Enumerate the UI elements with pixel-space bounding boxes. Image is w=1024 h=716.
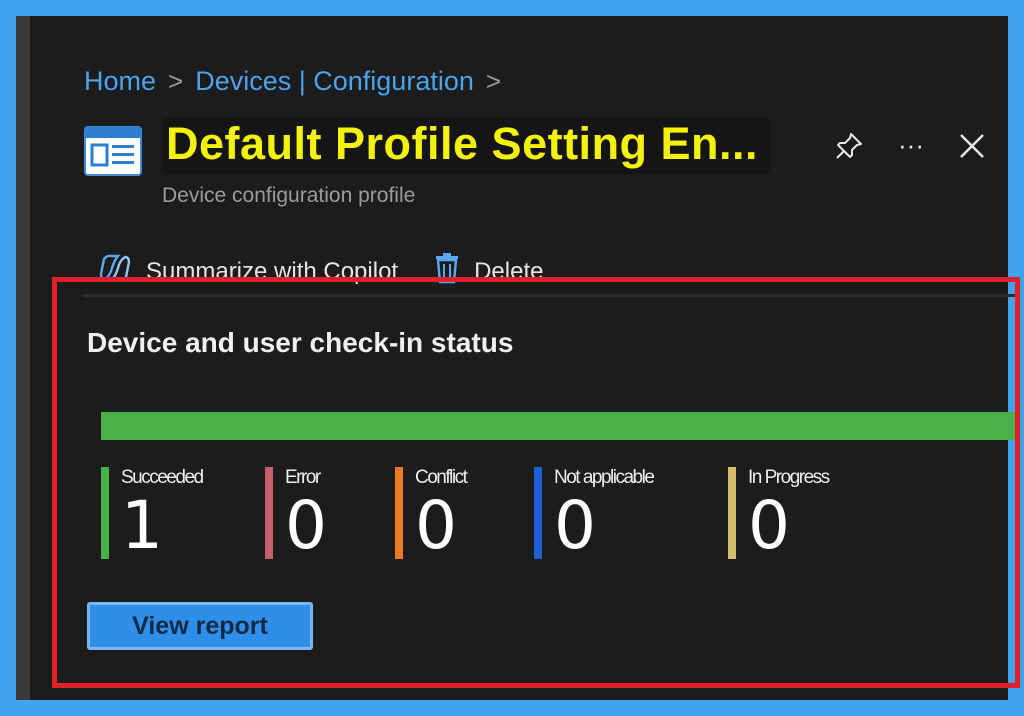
stat-value-succeeded: 1 [121, 487, 163, 564]
breadcrumb-devices-configuration-link[interactable]: Devices | Configuration [195, 66, 474, 97]
stat-label-succeeded: Succeeded [121, 467, 204, 488]
stat-value-not-applicable: 0 [554, 487, 596, 564]
stat-label-conflict: Conflict [415, 467, 468, 488]
stat-label-not-applicable: Not applicable [554, 467, 655, 488]
stat-not-applicable: Not applicable 0 [534, 467, 655, 564]
profile-window-icon [84, 126, 142, 176]
stat-succeeded: Succeeded 1 [101, 467, 204, 564]
breadcrumb-home-link[interactable]: Home [84, 66, 156, 97]
breadcrumb-separator: > [168, 66, 184, 96]
stat-conflict: Conflict 0 [395, 467, 468, 564]
more-icon[interactable]: ··· [898, 130, 924, 161]
check-in-status-card: Device and user check-in status Succeede… [52, 277, 1020, 688]
view-report-button[interactable]: View report [87, 602, 313, 650]
page-title: Default Profile Setting En... [162, 118, 771, 174]
card-divider [83, 294, 1015, 297]
stat-value-in-progress: 0 [748, 487, 790, 564]
stat-value-conflict: 0 [415, 487, 457, 564]
stat-value-error: 0 [285, 487, 327, 564]
breadcrumb: Home > Devices | Configuration > [84, 66, 501, 97]
page-subtitle: Device configuration profile [162, 184, 416, 207]
blade-window: Home > Devices | Configuration > Default… [16, 16, 1020, 700]
card-title: Device and user check-in status [87, 327, 514, 358]
stat-label-in-progress: In Progress [748, 467, 830, 488]
header-actions: ··· [834, 130, 986, 161]
stat-label-error: Error [285, 467, 321, 488]
stat-error: Error 0 [265, 467, 327, 559]
check-in-status-bar [101, 412, 1015, 440]
stat-in-progress: In Progress 0 [728, 467, 830, 564]
close-icon[interactable] [958, 132, 986, 160]
pin-icon[interactable] [834, 131, 864, 161]
breadcrumb-separator: > [485, 66, 502, 96]
